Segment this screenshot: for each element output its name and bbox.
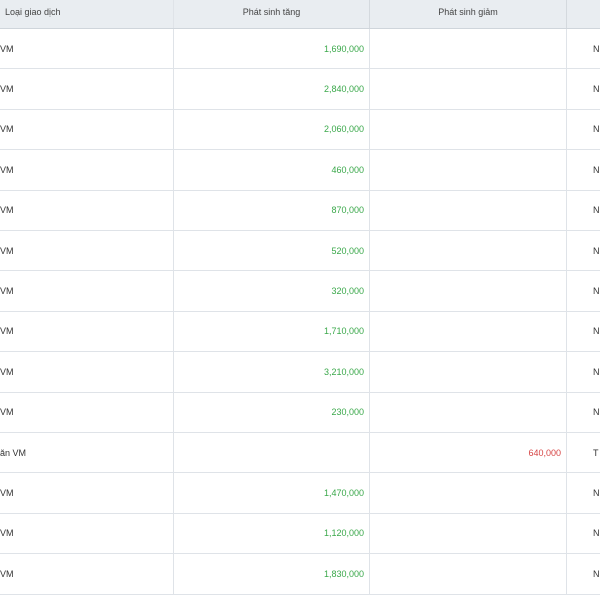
transaction-type-cell: VM [0,150,174,190]
transaction-type-cell: VM [0,69,174,109]
decrease-amount-cell [370,150,567,190]
transaction-type-cell: VM [0,29,174,69]
table-row[interactable]: VM 460,000 N [0,150,600,191]
decrease-amount-cell: 640,000 [370,433,567,473]
increase-amount-cell: 1,690,000 [174,29,370,69]
decrease-amount-cell [370,271,567,311]
table-row[interactable]: VM 1,470,000 N [0,473,600,514]
table-row[interactable]: VM 1,690,000 N [0,29,600,70]
transaction-type-cell: VM [0,190,174,230]
status-cell: N [593,326,600,337]
header-status [567,0,600,28]
status-cell: N [593,245,600,256]
decrease-amount-cell [370,29,567,69]
status-cell: N [593,568,600,579]
status-cell: N [593,164,600,175]
increase-amount-cell: 320,000 [174,271,370,311]
transaction-type-cell: VM [0,231,174,271]
table-row[interactable]: VM 520,000 N [0,231,600,272]
decrease-amount-cell [370,231,567,271]
header-decrease[interactable]: Phát sinh giảm [370,0,567,28]
decrease-amount-cell [370,69,567,109]
transaction-type-cell: VM [0,554,174,594]
increase-amount-cell [174,433,370,473]
header-increase[interactable]: Phát sinh tăng [174,0,370,28]
increase-amount-cell: 2,840,000 [174,69,370,109]
increase-amount-cell: 3,210,000 [174,352,370,392]
transaction-type-cell: VM [0,513,174,554]
transaction-type-cell: VM [0,392,174,432]
transaction-type-cell: VM [0,473,174,513]
decrease-amount-cell [370,473,567,513]
table-row[interactable]: VM 320,000 N [0,271,600,312]
table-row[interactable]: VM 1,710,000 N [0,311,600,353]
decrease-amount-cell [370,392,567,432]
transaction-type-cell: VM [0,352,174,392]
increase-amount-cell: 870,000 [174,190,370,230]
status-cell: N [593,43,600,54]
status-cell: N [593,407,600,418]
status-cell: T [593,447,599,458]
decrease-amount-cell [370,352,567,392]
table-header-row: Loại giao dịch Phát sinh tăng Phát sinh … [0,0,600,29]
table-row[interactable]: VM 2,060,000 N [0,109,600,151]
table-row[interactable]: VM 1,830,000 N [0,554,600,595]
header-transaction-type[interactable]: Loại giao dịch [0,0,174,28]
status-cell: N [593,205,600,216]
status-cell: N [593,124,600,135]
increase-amount-cell: 230,000 [174,392,370,432]
decrease-amount-cell [370,311,567,352]
transaction-type-cell: ăn VM [0,433,174,473]
status-cell: N [593,286,600,297]
increase-amount-cell: 460,000 [174,150,370,190]
transactions-table: Loại giao dịch Phát sinh tăng Phát sinh … [0,0,600,600]
status-cell: N [593,366,600,377]
decrease-amount-cell [370,554,567,594]
status-cell: N [593,84,600,95]
table-row[interactable]: VM 870,000 N [0,190,600,231]
status-cell: N [593,528,600,539]
table-row[interactable]: VM 3,210,000 N [0,352,600,393]
table-row[interactable]: VM 2,840,000 N [0,69,600,110]
transaction-type-cell: VM [0,311,174,352]
decrease-amount-cell [370,109,567,150]
table-row[interactable]: VM 230,000 N [0,392,600,433]
table-row[interactable]: ăn VM 640,000 T [0,433,600,474]
increase-amount-cell: 1,470,000 [174,473,370,513]
increase-amount-cell: 1,120,000 [174,513,370,554]
decrease-amount-cell [370,190,567,230]
increase-amount-cell: 2,060,000 [174,109,370,150]
status-cell: N [593,488,600,499]
decrease-amount-cell [370,513,567,554]
table-row[interactable]: VM 1,120,000 N [0,513,600,555]
transaction-type-cell: VM [0,109,174,150]
increase-amount-cell: 1,830,000 [174,554,370,594]
increase-amount-cell: 1,710,000 [174,311,370,352]
transaction-type-cell: VM [0,271,174,311]
increase-amount-cell: 520,000 [174,231,370,271]
